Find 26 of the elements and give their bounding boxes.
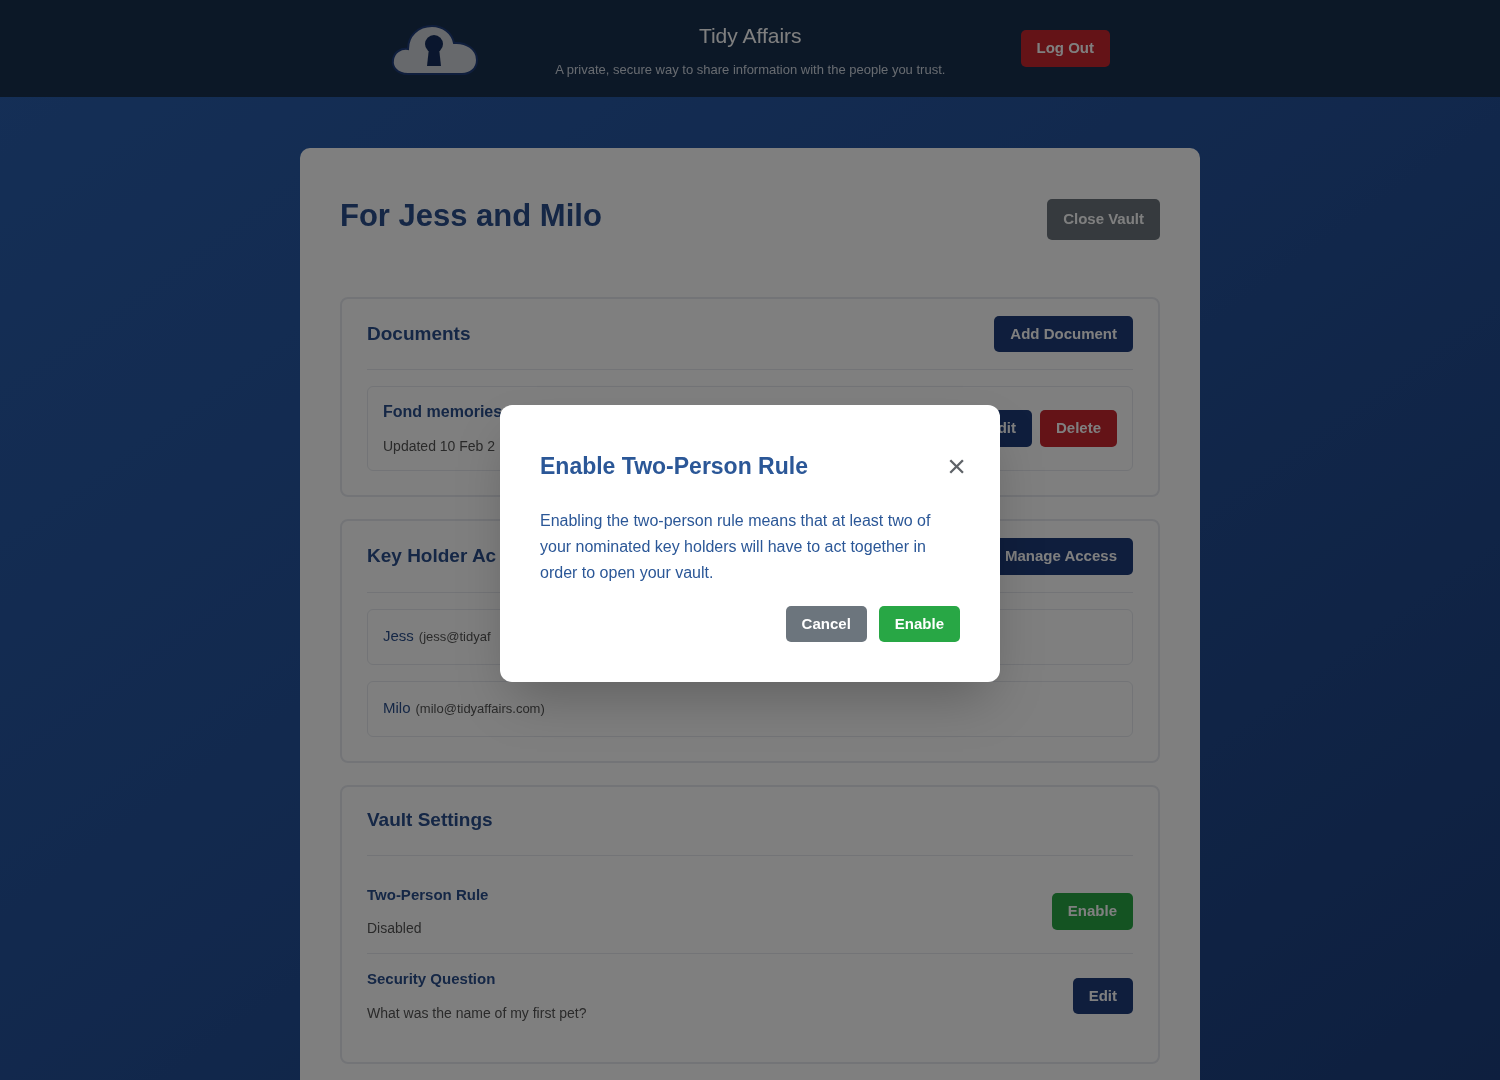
vault-title: For Jess and Milo <box>340 197 602 235</box>
dialog-message: Enabling the two-person rule means that at least two of your nominated key holders will have to act together in order to open your vault. <box>540 510 932 583</box>
add-document-button[interactable]: Add Document <box>994 315 1133 352</box>
app-title: Tidy Affairs <box>698 23 802 49</box>
holder-name: Jess <box>383 626 414 647</box>
cancel-button[interactable]: Cancel <box>785 605 867 642</box>
setting-name: Security Question <box>367 969 497 989</box>
document-updated: Updated 10 Feb 2 <box>383 437 497 456</box>
setting-value: Disabled <box>367 919 423 938</box>
close-vault-button[interactable]: Close Vault <box>1047 199 1160 240</box>
app-tagline: A private, secure way to share information with the people you trust. <box>555 60 946 79</box>
setting-value: What was the name of my first pet? <box>367 1003 587 1023</box>
holder-email: (jess@tidyaf <box>418 627 491 646</box>
section-title: Key Holder Ac <box>367 544 497 568</box>
setting-name: Two-Person Rule <box>367 884 489 905</box>
dialog-title: Enable Two-Person Rule <box>540 452 808 481</box>
enable-button[interactable]: Enable <box>878 605 960 642</box>
logout-button[interactable]: Log Out <box>1020 30 1110 67</box>
section-title: Vault Settings <box>367 808 493 833</box>
enable-button[interactable]: Enable <box>1051 893 1133 930</box>
edit-button[interactable]: Edit <box>1072 977 1133 1014</box>
holder-name: Milo <box>383 698 411 719</box>
document-name: Fond memories <box>383 402 503 422</box>
section-title: Documents <box>367 321 471 346</box>
holder-email: (milo@tidyaffairs.com) <box>415 699 545 718</box>
delete-button[interactable]: Delete <box>1039 410 1117 447</box>
